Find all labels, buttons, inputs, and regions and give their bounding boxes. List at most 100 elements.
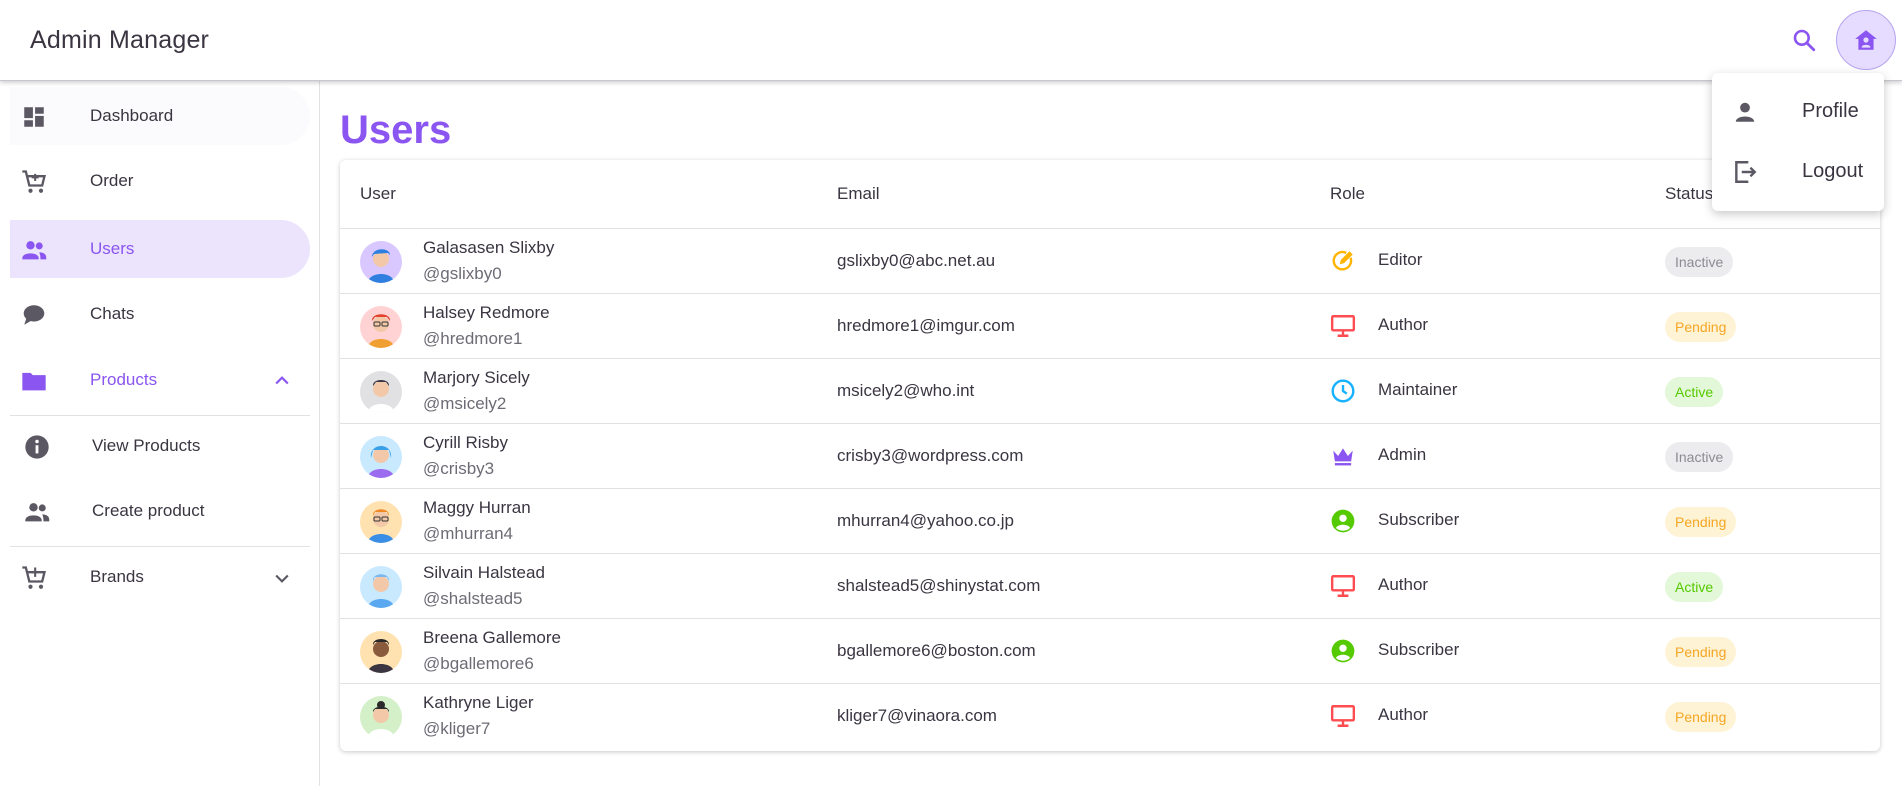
sidebar: Dashboard Order Users Chats Products Vie… (0, 81, 320, 786)
menu-item-profile[interactable]: Profile (1712, 83, 1884, 139)
menu-item-label: Logout (1802, 160, 1864, 182)
logout-icon (1732, 159, 1758, 185)
user-role: Author (1378, 705, 1429, 724)
sidebar-item-label: Chats (90, 304, 135, 323)
status-badge: Inactive (1665, 442, 1734, 472)
user-name: Galasasen Slixby (423, 238, 555, 257)
people-icon (23, 498, 51, 526)
monitor-icon (1330, 313, 1356, 339)
table-row[interactable]: Maggy Hurran @mhurran4 mhurran4@yahoo.co… (340, 489, 1880, 554)
person-icon (1732, 99, 1758, 125)
cart-icon (20, 168, 48, 196)
sidebar-item-label: Dashboard (90, 106, 174, 125)
table-row[interactable]: Cyrill Risby @crisby3 crisby3@wordpress.… (340, 424, 1880, 489)
user-name: Breena Gallemore (423, 628, 561, 647)
user-name: Maggy Hurran (423, 498, 531, 517)
avatar (360, 501, 402, 543)
monitor-icon (1330, 573, 1356, 599)
status-badge: Pending (1665, 507, 1737, 537)
account-menu-button[interactable] (1836, 10, 1896, 70)
sidebar-item-create-product[interactable]: Create product (10, 482, 310, 540)
sidebar-item-label: Products (90, 370, 158, 389)
avatar (360, 371, 402, 413)
table-row[interactable]: Silvain Halstead @shalstead5 shalstead5@… (340, 554, 1880, 619)
sidebar-item-view-products[interactable]: View Products (10, 417, 310, 475)
search-button[interactable] (1786, 22, 1822, 58)
user-email: crisby3@wordpress.com (837, 446, 1024, 465)
user-role: Maintainer (1378, 380, 1458, 399)
status-badge: Active (1665, 572, 1724, 602)
sidebar-item-products[interactable]: Products (10, 351, 310, 409)
divider (10, 546, 310, 547)
user-email: gslixby0@abc.net.au (837, 251, 996, 270)
user-role: Author (1378, 575, 1429, 594)
status-badge: Pending (1665, 702, 1737, 732)
avatar (360, 241, 402, 283)
table-row[interactable]: Kathryne Liger @kliger7 kliger7@vinaora.… (340, 684, 1880, 749)
column-header-role[interactable]: Role (1330, 184, 1365, 204)
home-account-icon (1855, 30, 1877, 50)
app-title: Admin Manager (30, 26, 210, 54)
user-name: Kathryne Liger (423, 693, 534, 712)
column-header-email[interactable]: Email (837, 184, 880, 204)
user-name: Marjory Sicely (423, 368, 530, 387)
table-row[interactable]: Halsey Redmore @hredmore1 hredmore1@imgu… (340, 294, 1880, 359)
user-role: Subscriber (1378, 640, 1460, 659)
chevron-down-icon (275, 574, 289, 583)
sidebar-item-users[interactable]: Users (10, 220, 310, 278)
status-badge: Active (1665, 377, 1724, 407)
user-role: Subscriber (1378, 510, 1460, 529)
clock-icon (1330, 378, 1356, 404)
user-email: hredmore1@imgur.com (837, 316, 1015, 335)
table-row[interactable]: Marjory Sicely @msicely2 msicely2@who.in… (340, 359, 1880, 424)
table-row[interactable]: Galasasen Slixby @gslixby0 gslixby0@abc.… (340, 229, 1880, 294)
sidebar-item-label: Create product (92, 501, 205, 520)
column-header-user[interactable]: User (360, 184, 396, 204)
user-email: bgallemore6@boston.com (837, 641, 1036, 660)
chat-icon (20, 301, 48, 329)
search-icon (1793, 29, 1816, 52)
user-handle: @mhurran4 (423, 524, 514, 543)
pencil-circle-icon (1330, 248, 1356, 274)
account-circle-icon (1330, 508, 1356, 534)
user-handle: @msicely2 (423, 394, 507, 413)
top-app-bar: Admin Manager (0, 0, 1902, 81)
sidebar-item-dashboard[interactable]: Dashboard (10, 87, 310, 145)
crown-icon (1330, 443, 1356, 469)
menu-item-label: Profile (1802, 100, 1859, 122)
user-handle: @hredmore1 (423, 329, 523, 348)
cart-plus-icon (20, 564, 48, 592)
user-email: msicely2@who.int (837, 381, 975, 400)
table-row[interactable]: Breena Gallemore @bgallemore6 bgallemore… (340, 619, 1880, 684)
status-badge: Pending (1665, 312, 1737, 342)
users-table: User Email Role Status Galasasen Slixby … (340, 160, 1880, 751)
account-circle-icon (1330, 638, 1356, 664)
folder-icon (20, 367, 48, 395)
monitor-icon (1330, 703, 1356, 729)
dashboard-icon (20, 103, 48, 131)
sidebar-item-label: Brands (90, 567, 144, 586)
user-name: Halsey Redmore (423, 303, 550, 322)
sidebar-item-label: Users (90, 239, 135, 258)
avatar (360, 566, 402, 608)
avatar (360, 306, 402, 348)
status-badge: Inactive (1665, 247, 1734, 277)
account-dropdown-menu: Profile Logout (1712, 73, 1884, 211)
divider (10, 415, 310, 416)
user-email: shalstead5@shinystat.com (837, 576, 1041, 595)
user-handle: @crisby3 (423, 459, 495, 478)
sidebar-item-brands[interactable]: Brands (10, 548, 310, 606)
users-icon (20, 236, 48, 264)
user-handle: @shalstead5 (423, 589, 523, 608)
avatar (360, 631, 402, 673)
sidebar-item-order[interactable]: Order (10, 152, 310, 210)
avatar (360, 436, 402, 478)
column-header-status[interactable]: Status (1665, 184, 1713, 204)
user-handle: @kliger7 (423, 719, 491, 738)
user-handle: @gslixby0 (423, 264, 502, 283)
status-badge: Pending (1665, 637, 1737, 667)
user-role: Editor (1378, 250, 1423, 269)
menu-item-logout[interactable]: Logout (1712, 143, 1884, 199)
user-email: mhurran4@yahoo.co.jp (837, 511, 1014, 530)
sidebar-item-chats[interactable]: Chats (10, 285, 310, 343)
